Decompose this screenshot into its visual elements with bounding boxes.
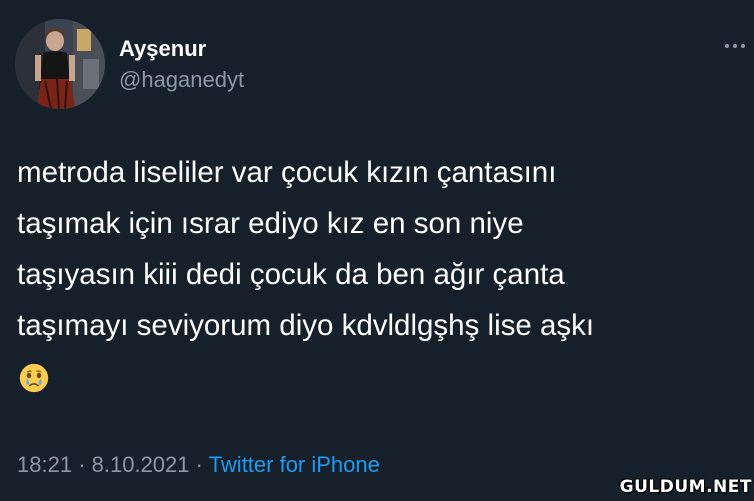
tweet-time[interactable]: 18:21	[17, 452, 72, 477]
tweet-line: taşımak için ısrar ediyo kız en son niye	[17, 207, 524, 240]
tweet-line: taşımayı seviyorum diyo kdvldlgşhş lise …	[17, 309, 595, 342]
display-name[interactable]: Ayşenur	[119, 35, 206, 63]
meta-separator: ·	[78, 452, 86, 477]
watermark: GULDUM.NET	[619, 477, 752, 497]
tweet-meta: 18:21 · 8.10.2021 · Twitter for iPhone	[17, 451, 380, 479]
more-options-button[interactable]	[720, 34, 750, 58]
user-handle[interactable]: @haganedyt	[119, 66, 244, 94]
more-horizontal-icon-dot	[741, 44, 745, 48]
tweet-text: metroda liseliler var çocuk kızın çantas…	[17, 147, 752, 402]
avatar[interactable]	[15, 19, 105, 109]
face-holding-back-tears-emoji	[19, 364, 49, 393]
profile-photo	[15, 19, 105, 109]
tweet-emoji-line	[17, 351, 752, 402]
tweet-source-link[interactable]: Twitter for iPhone	[209, 452, 380, 477]
meta-separator: ·	[195, 452, 203, 477]
tweet-date[interactable]: 8.10.2021	[92, 452, 190, 477]
tweet-line: metroda liseliler var çocuk kızın çantas…	[17, 156, 557, 189]
tweet-line: taşıyasın kiii dedi çocuk da ben ağır ça…	[17, 258, 565, 291]
more-horizontal-icon-dot	[733, 44, 737, 48]
more-horizontal-icon	[725, 44, 729, 48]
